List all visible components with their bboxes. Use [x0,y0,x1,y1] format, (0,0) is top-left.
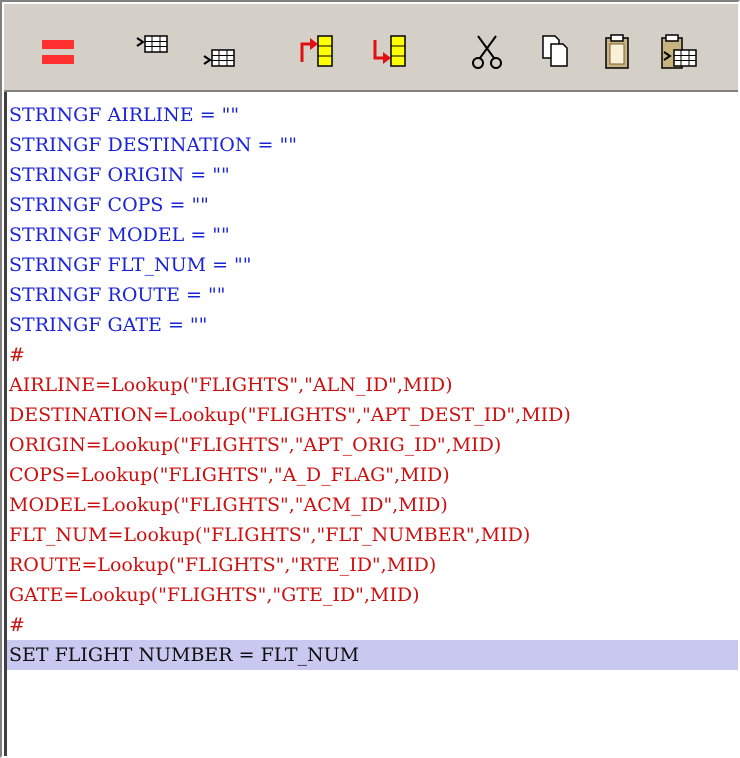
code-line[interactable]: ROUTE=Lookup("FLIGHTS","RTE_ID",MID) [7,550,738,580]
code-line[interactable]: STRINGF FLT_NUM = "" [7,250,738,280]
code-line[interactable]: # [7,340,738,370]
copy-icon[interactable] [531,28,579,76]
move-up-icon[interactable] [294,28,342,76]
code-line[interactable]: AIRLINE=Lookup("FLIGHTS","ALN_ID",MID) [7,370,738,400]
code-line[interactable]: STRINGF DESTINATION = "" [7,130,738,160]
code-line[interactable]: ORIGIN=Lookup("FLIGHTS","APT_ORIG_ID",MI… [7,430,738,460]
code-line[interactable]: # [7,610,738,640]
code-line[interactable]: DESTINATION=Lookup("FLIGHTS","APT_DEST_I… [7,400,738,430]
code-line[interactable]: STRINGF COPS = "" [7,190,738,220]
code-line[interactable]: FLT_NUM=Lookup("FLIGHTS","FLT_NUMBER",MI… [7,520,738,550]
code-line[interactable]: GATE=Lookup("FLIGHTS","GTE_ID",MID) [7,580,738,610]
code-line[interactable]: STRINGF ROUTE = "" [7,280,738,310]
code-editor[interactable]: STRINGF AIRLINE = "" STRINGF DESTINATION… [4,92,738,756]
current-code-line[interactable]: SET FLIGHT NUMBER = FLT_NUM [7,640,738,670]
code-line[interactable]: MODEL=Lookup("FLIGHTS","ACM_ID",MID) [7,490,738,520]
code-line[interactable]: STRINGF ORIGIN = "" [7,160,738,190]
insert-row-above-icon[interactable] [129,28,177,76]
cut-icon[interactable] [464,28,512,76]
code-line[interactable]: COPS=Lookup("FLIGHTS","A_D_FLAG",MID) [7,460,738,490]
insert-row-below-icon[interactable] [196,28,244,76]
code-line[interactable]: STRINGF AIRLINE = "" [7,100,738,130]
equals-icon[interactable] [34,28,82,76]
paste-table-icon[interactable] [654,28,702,76]
paste-icon[interactable] [594,28,642,76]
move-down-icon[interactable] [367,28,415,76]
toolbar [4,4,738,92]
code-line[interactable]: STRINGF MODEL = "" [7,220,738,250]
code-line[interactable]: STRINGF GATE = "" [7,310,738,340]
